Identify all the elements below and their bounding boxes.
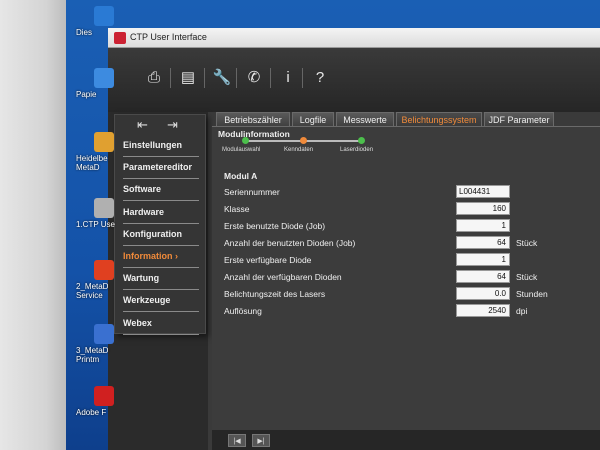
phone-icon[interactable]: ✆ [242,66,266,90]
menu-item[interactable]: Webex [123,313,199,335]
arrow-right-icon[interactable]: ⇥ [167,117,178,133]
wrench-icon[interactable]: 🔧 [210,66,234,90]
shortcut-label: Dies [76,28,93,37]
shortcut-label: Adobe F [76,408,107,417]
desktop-shortcut[interactable]: 1.CTP Use [70,196,116,238]
value-field: 0.0 [456,287,510,300]
tab[interactable]: Betriebszähler [216,112,290,126]
field-label: Auflösung [224,306,262,316]
menu-item[interactable]: Einstellungen [123,135,199,157]
tab[interactable]: Logfile [292,112,334,126]
menu-item[interactable]: Konfiguration [123,224,199,246]
main-panel: Modulinformation Modulauswahl Kenndaten Las… [212,126,600,450]
toolbar: ⎙ ▤ 🔧 ✆ i? [108,48,600,112]
unit-label: Stück [516,238,538,248]
desktop-shortcut[interactable]: 2_MetaD Service [70,258,116,300]
menu-item[interactable]: Parametereditor [123,157,199,180]
unit-label: dpi [516,306,528,316]
tab[interactable]: Messwerte [336,112,394,126]
desktop-shortcut[interactable]: Adobe F [70,384,116,426]
field-label: Erste verfügbare Diode [224,255,312,265]
shortcut-label: Heidelbe MetaD [76,154,108,172]
value-field: 2540 [456,304,510,317]
field-label: Anzahl der verfügbaren Dioden [224,272,342,282]
last-page-button[interactable]: ▶| [252,434,270,447]
toolbar-separator [302,68,303,88]
info-icon[interactable]: i [276,66,300,90]
field-label: Seriennummer [224,187,280,197]
tab-bar: Betriebszähler Logfile Messwerte Belichtung… [216,112,600,126]
step-dot[interactable] [242,137,249,144]
arrow-left-icon[interactable]: ⇤ [137,117,148,133]
abc-document-icon[interactable]: ▤ [176,66,200,90]
unit-label: Stunden [516,289,548,299]
step-dot[interactable] [358,137,365,144]
shortcut-icon [94,386,114,406]
shortcut-icon [94,6,114,26]
bottom-bar: |◀ ▶| [212,430,600,450]
side-menu: ⇤ ⇥ Einstellungen Parametereditor Software… [114,114,207,335]
monitor-bezel [0,0,66,450]
menu-item[interactable]: Wartung [123,268,199,291]
module-title: Modul A [224,171,258,181]
shortcut-label: Papie [76,90,97,99]
field-label: Klasse [224,204,250,214]
toolbar-separator [204,68,205,88]
menu-arrows: ⇤ ⇥ [115,117,207,133]
section-title: Modulinformation [218,129,290,139]
step-dot[interactable] [300,137,307,144]
field-label: Anzahl der benutzten Dioden (Job) [224,238,356,248]
value-field: 1 [456,253,510,266]
menu-item[interactable]: Information › [123,246,199,268]
toolbar-separator [236,68,237,88]
menu-item[interactable]: Werkzeuge [123,290,199,313]
help-icon[interactable]: ? [308,66,332,90]
menu-item[interactable]: Software [123,179,199,202]
value-field: 1 [456,219,510,232]
app-window: CTP User Interface ⎙ ▤ 🔧 ✆ i? ⇤ ⇥ Einstellun… [108,28,600,450]
first-page-button[interactable]: |◀ [228,434,246,447]
unit-label: Stück [516,272,538,282]
clipboard-icon[interactable]: ⎙ [142,66,166,90]
value-field: 160 [456,202,510,215]
toolbar-separator [270,68,271,88]
shortcut-label: 2_MetaD Service [76,282,109,300]
value-field: 64 [456,236,510,249]
field-label: Belichtungszeit des Lasers [224,289,326,299]
step-label: Kenndaten [284,147,314,153]
shortcut-label: 3_MetaD Printm [76,346,109,364]
step-label: Modulauswahl [222,147,261,153]
screen: CTP User Interface ⎙ ▤ 🔧 ✆ i? ⇤ ⇥ Einstellun… [0,0,600,450]
shortcut-icon [94,68,114,88]
tab[interactable]: JDF Parameter [484,112,554,126]
shortcut-icon [94,132,114,152]
content-area: ⇤ ⇥ Einstellungen Parametereditor Software… [108,112,600,450]
value-field: 64 [456,270,510,283]
shortcut-icon [94,260,114,280]
value-field: L004431 [456,185,510,198]
desktop-shortcut[interactable]: Dies [70,4,116,46]
shortcut-icon [94,324,114,344]
field-label: Erste benutzte Diode (Job) [224,221,326,231]
menu-item[interactable]: Hardware [123,202,199,224]
step-label: Laserdioden [340,147,374,153]
desktop-shortcut[interactable]: Heidelbe MetaD [70,130,116,172]
desktop-shortcut[interactable]: Papie [70,66,116,108]
tab[interactable]: Belichtungssystem [396,112,482,126]
desktop-shortcut[interactable]: 3_MetaD Printm [70,322,116,364]
toolbar-separator [170,68,171,88]
window-title: CTP User Interface [130,32,207,42]
title-bar: CTP User Interface [108,28,600,48]
shortcut-label: 1.CTP Use [76,220,115,229]
shortcut-icon [94,198,114,218]
